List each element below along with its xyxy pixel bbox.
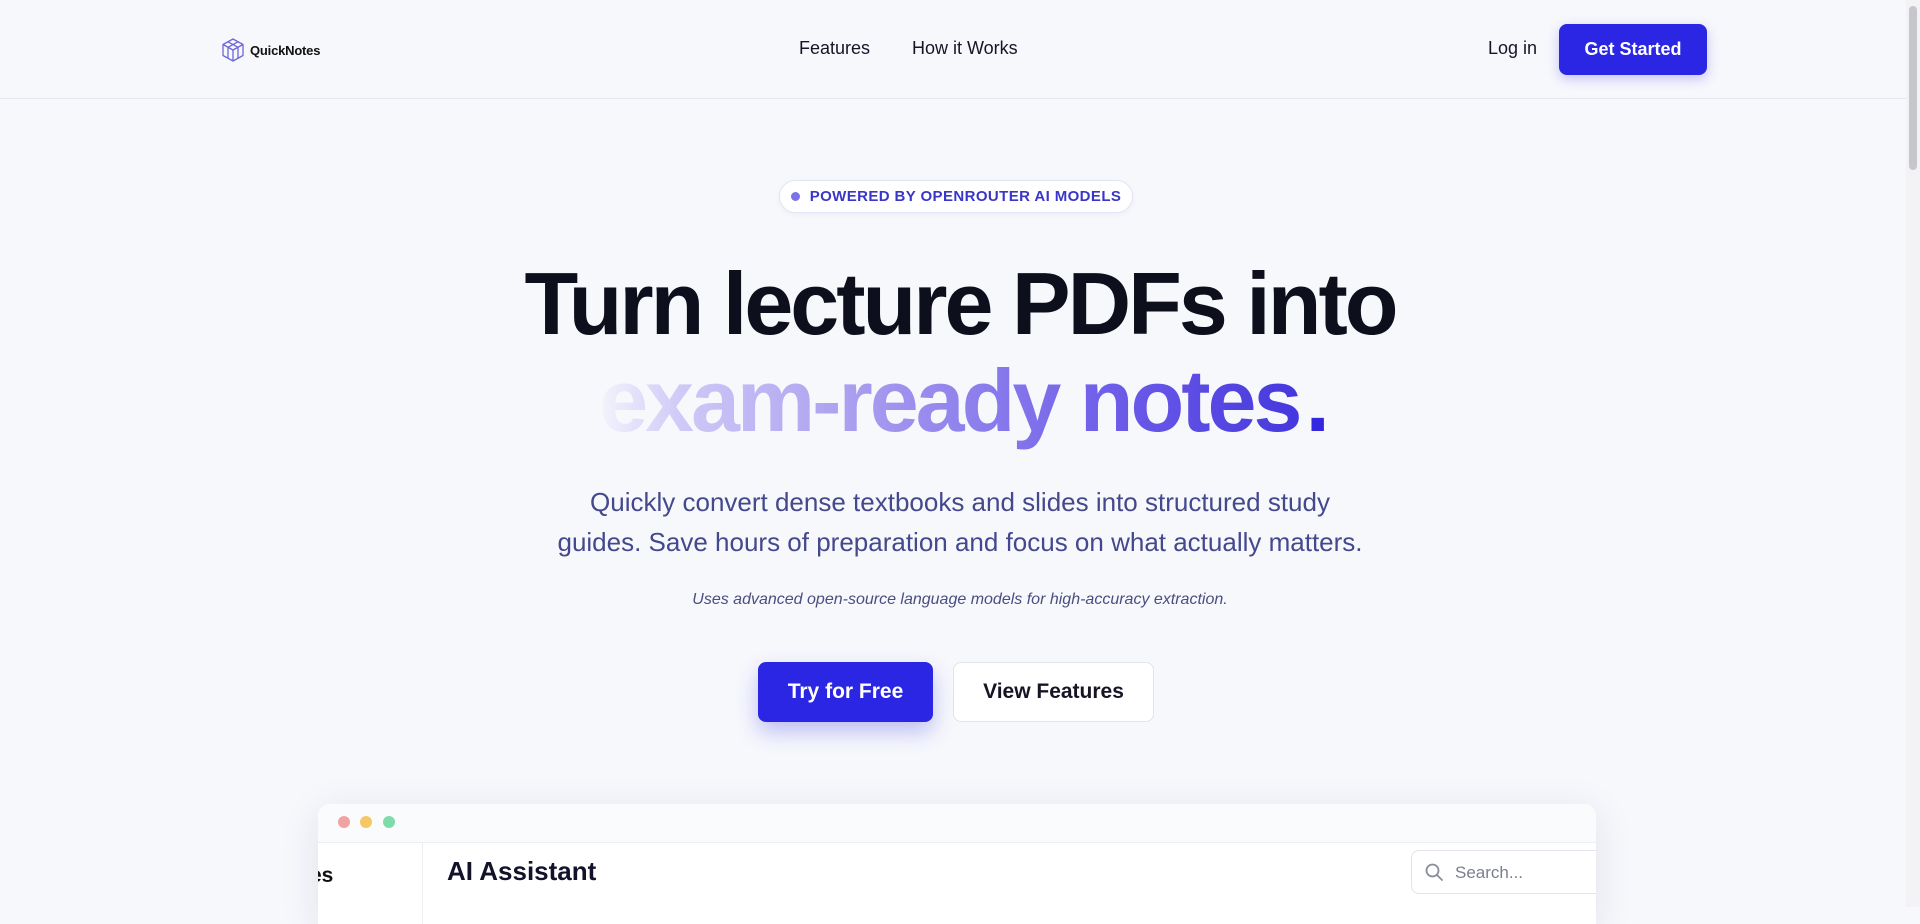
hero-subtitle-line-1: Quickly convert dense textbooks and slid… — [590, 487, 1330, 517]
brand-name: QuickNotes — [250, 42, 321, 58]
hero-headline-line-1: Turn lecture PDFs into — [524, 254, 1398, 353]
window-close-dot — [338, 816, 350, 828]
top-navbar: QuickNotes Features How it Works Log in … — [0, 0, 1920, 99]
window-minimize-dot — [360, 816, 372, 828]
window-titlebar — [318, 804, 1596, 843]
page-scrollbar[interactable] — [1906, 0, 1920, 907]
window-maximize-dot — [383, 816, 395, 828]
preview-sidebar-label: es — [318, 864, 334, 887]
nav-link-how-it-works[interactable]: How it Works — [912, 38, 1018, 59]
hero-subtitle-line-2: guides. Save hours of preparation and fo… — [557, 527, 1363, 557]
preview-sidebar: es — [318, 842, 423, 924]
ai-assistant-title: AI Assistant — [447, 856, 597, 886]
headline-gradient-text: exam-ready notes — [593, 351, 1305, 450]
get-started-button[interactable]: Get Started — [1559, 24, 1707, 75]
scrollbar-thumb[interactable] — [1909, 6, 1917, 170]
powered-by-badge: POWERED BY OPENROUTER AI MODELS — [779, 180, 1133, 213]
view-features-button[interactable]: View Features — [953, 662, 1154, 722]
search-input[interactable] — [1453, 859, 1596, 887]
app-preview-window: es AI Assistant — [318, 804, 1596, 924]
login-link[interactable]: Log in — [1488, 38, 1537, 59]
hero-subtitle: Quickly convert dense textbooks and slid… — [0, 482, 1920, 562]
search-icon — [1425, 863, 1443, 881]
preview-search-box[interactable] — [1411, 850, 1596, 894]
badge-text: POWERED BY OPENROUTER AI MODELS — [809, 188, 1122, 205]
logo-cube-icon — [222, 38, 244, 62]
nav-link-features[interactable]: Features — [799, 38, 870, 59]
try-for-free-button[interactable]: Try for Free — [758, 662, 933, 722]
brand-logo-link[interactable]: QuickNotes — [220, 37, 320, 63]
badge-dot-icon — [790, 192, 800, 201]
headline-period: . — [1305, 351, 1330, 450]
hero-headline-line-2: exam-ready notes. — [0, 351, 1920, 451]
hero-note: Uses advanced open-source language model… — [692, 591, 1228, 608]
